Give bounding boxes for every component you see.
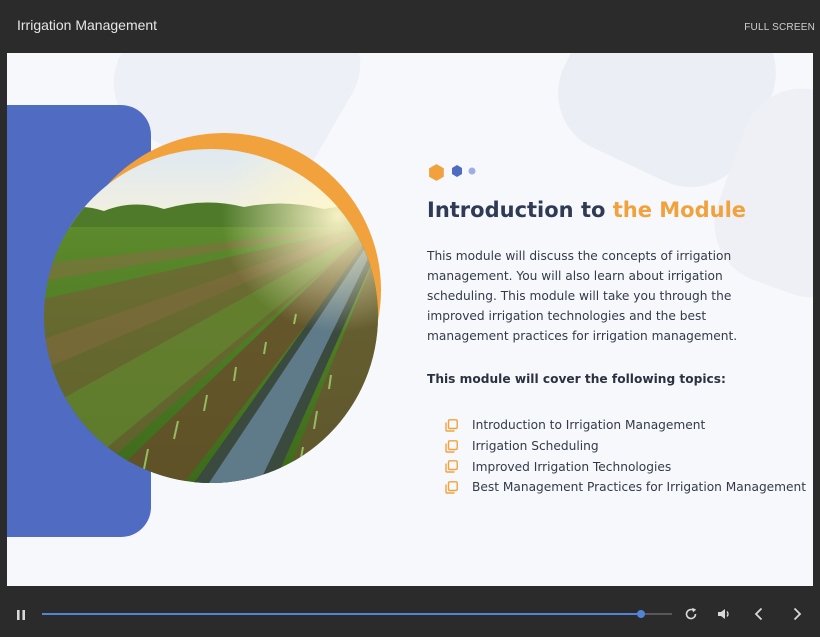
fullscreen-button[interactable]: FULL SCREEN: [744, 22, 815, 33]
progress-knob[interactable]: [636, 610, 645, 618]
copy-icon: [445, 418, 458, 432]
next-icon[interactable]: [791, 607, 803, 621]
topic-item: Best Management Practices for Irrigation…: [445, 477, 806, 498]
top-bar: Irrigation Management FULL SCREEN: [0, 0, 820, 53]
copy-icon: [445, 460, 458, 473]
crop-field-illustration: [44, 149, 378, 483]
topic-label: Improved Irrigation Technologies: [472, 459, 672, 474]
crop-field-photo: [44, 149, 378, 483]
progress-slider[interactable]: [42, 610, 672, 618]
volume-icon[interactable]: [717, 607, 733, 621]
progress-fill: [42, 613, 641, 615]
topic-label: Irrigation Scheduling: [472, 439, 599, 454]
topic-list: Introduction to Irrigation Management Ir…: [445, 415, 806, 498]
course-title: Irrigation Management: [17, 17, 158, 33]
topic-label: Best Management Practices for Irrigation…: [472, 480, 807, 495]
copy-icon: [445, 439, 458, 453]
pause-icon[interactable]: [15, 608, 27, 622]
topic-item: Introduction to Irrigation Management: [445, 415, 806, 436]
player-controls: [0, 593, 820, 637]
module-description: This module will discuss the concepts of…: [427, 249, 738, 343]
topic-item: Improved Irrigation Technologies: [445, 456, 806, 477]
copy-icon: [445, 481, 458, 494]
topic-label: Introduction to Irrigation Management: [472, 418, 706, 433]
topic-item: Irrigation Scheduling: [445, 436, 806, 457]
slide-title-plain: Introduction to: [427, 198, 613, 222]
replay-icon[interactable]: [684, 607, 698, 621]
topics-heading: This module will cover the following top…: [427, 372, 726, 386]
previous-icon[interactable]: [753, 607, 765, 621]
slide-canvas: Introduction to the Module This module w…: [7, 53, 813, 586]
decor-hexagon-dots: [429, 164, 476, 181]
slide-title: Introduction to the Module: [427, 198, 746, 222]
slide-title-accent: the Module: [612, 198, 747, 222]
